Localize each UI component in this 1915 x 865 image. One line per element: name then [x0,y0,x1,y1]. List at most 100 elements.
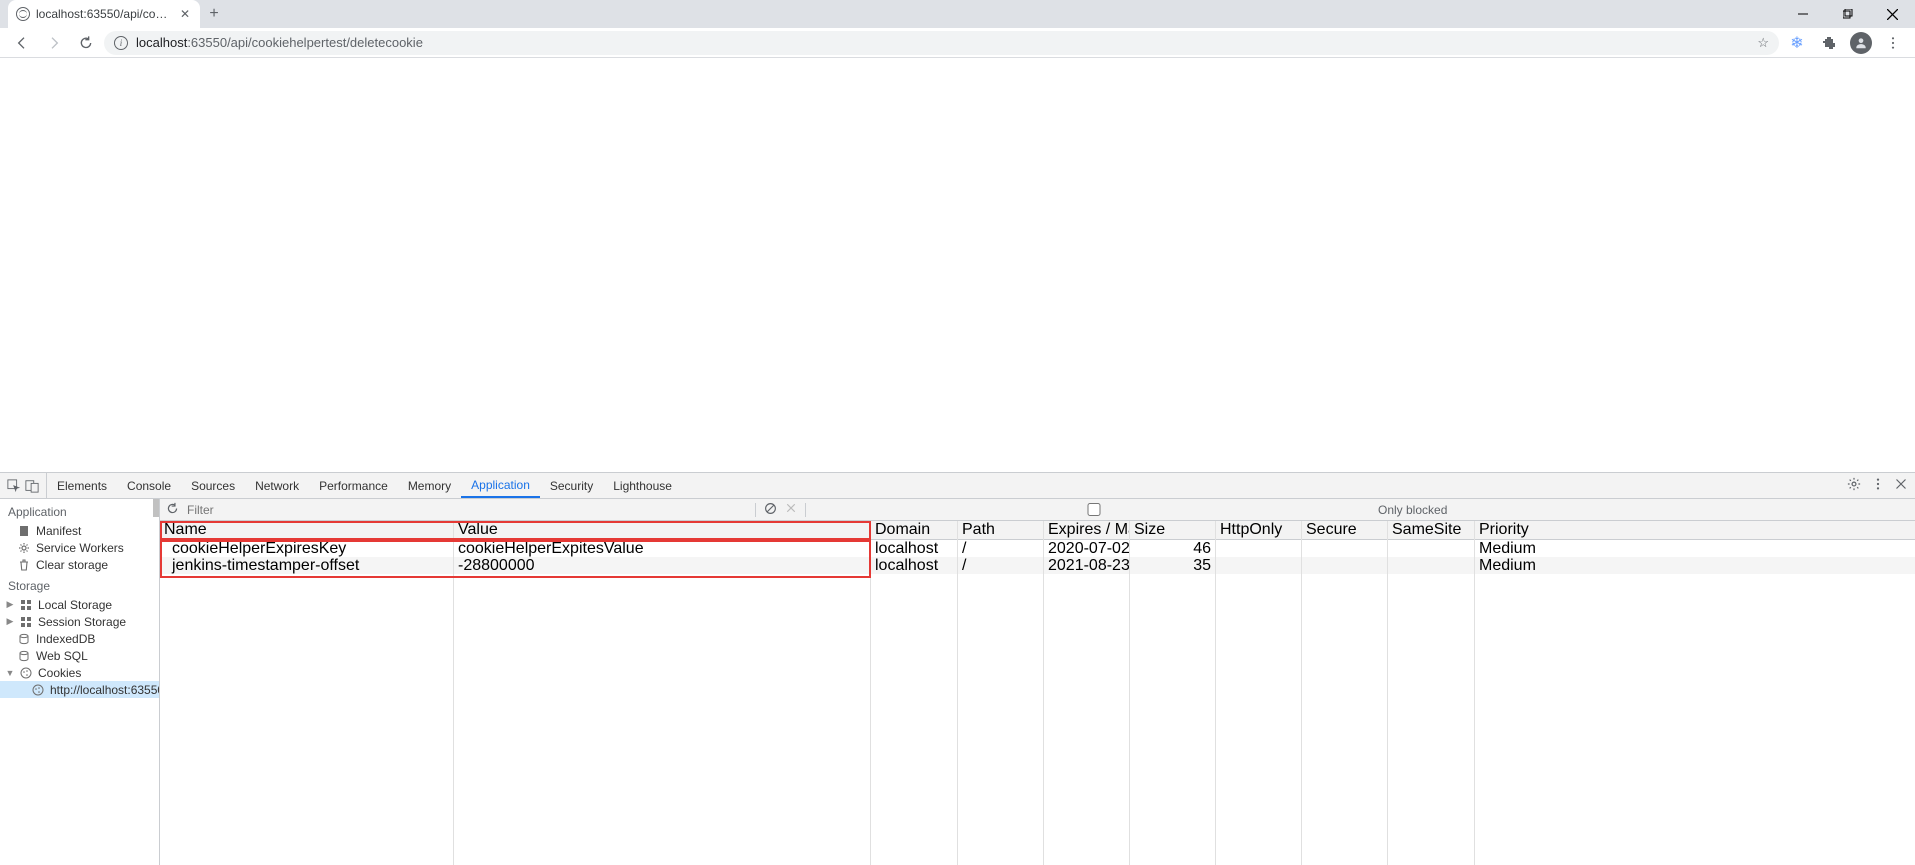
only-blocked-toggle[interactable]: Only blocked [814,503,1447,517]
tab-application[interactable]: Application [461,473,540,498]
browser-tabstrip: localhost:63550/api/cookiehel ✕ + [0,0,1915,28]
cell-domain[interactable]: localhost [871,557,957,574]
tab-title: localhost:63550/api/cookiehel [36,7,172,21]
browser-toolbar: i localhost:63550/api/cookiehelpertest/d… [0,28,1915,58]
site-info-icon[interactable]: i [114,36,128,50]
forward-button[interactable] [40,29,68,57]
tab-security[interactable]: Security [540,473,603,498]
col-header-name[interactable]: Name [160,521,453,540]
tab-sources[interactable]: Sources [181,473,245,498]
cell-size[interactable]: 35 [1130,557,1215,574]
cookies-toolbar: Only blocked [160,499,1915,521]
globe-icon [16,7,30,21]
only-blocked-checkbox[interactable] [814,503,1374,516]
tab-lighthouse[interactable]: Lighthouse [603,473,682,498]
browser-tab[interactable]: localhost:63550/api/cookiehel ✕ [8,0,200,28]
cookies-panel: Only blocked Name cookieHelperExpiresKey… [160,499,1915,865]
document-icon [18,525,30,537]
col-header-expires[interactable]: Expires / Max-A... [1044,521,1129,540]
grid-icon [20,616,32,628]
separator [755,503,756,517]
tab-memory[interactable]: Memory [398,473,461,498]
sidebar-item-session-storage[interactable]: ▶ Session Storage [0,613,159,630]
chevron-right-icon[interactable]: ▶ [6,616,14,627]
col-header-domain[interactable]: Domain [871,521,957,540]
col-header-secure[interactable]: Secure [1302,521,1387,540]
tab-performance[interactable]: Performance [309,473,398,498]
cell-expires[interactable]: 2020-07-02T14:... [1044,540,1129,557]
bookmark-star-icon[interactable]: ☆ [1757,35,1769,51]
clear-all-icon[interactable] [764,502,777,518]
application-sidebar: Application Manifest Service Workers Cle… [0,499,160,865]
url-text: localhost:63550/api/cookiehelpertest/del… [136,35,423,50]
cell-secure[interactable] [1302,540,1387,557]
delete-selected-icon[interactable] [785,502,797,517]
tab-console[interactable]: Console [117,473,181,498]
sidebar-item-clear-storage[interactable]: Clear storage [0,556,159,573]
col-header-value[interactable]: Value [454,521,870,540]
cell-httponly[interactable] [1216,540,1301,557]
col-header-priority[interactable]: Priority [1475,521,1915,540]
cell-value[interactable]: cookieHelperExpitesValue [454,540,870,557]
sidebar-item-cookie-origin[interactable]: http://localhost:63550 [0,681,159,698]
devtools-settings-icon[interactable] [1847,477,1861,494]
sidebar-item-indexeddb[interactable]: IndexedDB [0,630,159,647]
devtools-menu-icon[interactable] [1871,477,1885,494]
cell-samesite[interactable] [1388,557,1474,574]
chevron-right-icon[interactable]: ▶ [6,599,14,610]
new-tab-button[interactable]: + [200,0,228,28]
chevron-down-icon[interactable]: ▼ [6,668,14,678]
back-button[interactable] [8,29,36,57]
cell-path[interactable]: / [958,540,1043,557]
minimize-button[interactable] [1780,0,1825,28]
cookies-table: Name cookieHelperExpiresKey jenkins-time… [160,521,1915,865]
sidebar-item-service-workers[interactable]: Service Workers [0,539,159,556]
cookie-icon [32,684,44,696]
address-bar[interactable]: i localhost:63550/api/cookiehelpertest/d… [104,31,1779,55]
cell-size[interactable]: 46 [1130,540,1215,557]
grid-icon [20,599,32,611]
cell-priority[interactable]: Medium [1475,557,1915,574]
col-header-httponly[interactable]: HttpOnly [1216,521,1301,540]
filter-input[interactable] [187,503,747,517]
cell-path[interactable]: / [958,557,1043,574]
maximize-button[interactable] [1825,0,1870,28]
sidebar-item-cookies[interactable]: ▼ Cookies [0,664,159,681]
device-toggle-icon[interactable] [24,478,40,494]
col-header-samesite[interactable]: SameSite [1388,521,1474,540]
cell-httponly[interactable] [1216,557,1301,574]
close-window-button[interactable] [1870,0,1915,28]
sidebar-item-local-storage[interactable]: ▶ Local Storage [0,596,159,613]
scrollbar-thumb[interactable] [153,499,159,517]
profile-avatar[interactable] [1847,29,1875,57]
close-tab-icon[interactable]: ✕ [178,7,192,21]
devtools-close-icon[interactable] [1895,478,1907,493]
chrome-menu-icon[interactable] [1879,29,1907,57]
page-content [0,58,1915,472]
sidebar-item-manifest[interactable]: Manifest [0,522,159,539]
trash-icon [18,559,30,571]
devtools-tabbar: Elements Console Sources Network Perform… [0,473,1915,499]
cell-name[interactable]: cookieHelperExpiresKey [160,540,453,557]
refresh-icon[interactable] [166,502,179,518]
database-icon [18,650,30,662]
window-controls [1780,0,1915,28]
tab-elements[interactable]: Elements [47,473,117,498]
tab-network[interactable]: Network [245,473,309,498]
reload-button[interactable] [72,29,100,57]
cell-domain[interactable]: localhost [871,540,957,557]
cookie-icon [20,667,32,679]
separator [805,503,806,517]
cell-name[interactable]: jenkins-timestamper-offset [160,557,453,574]
col-header-path[interactable]: Path [958,521,1043,540]
cell-priority[interactable]: Medium [1475,540,1915,557]
cell-samesite[interactable] [1388,540,1474,557]
col-header-size[interactable]: Size [1130,521,1215,540]
extensions-menu-icon[interactable] [1815,29,1843,57]
inspect-element-icon[interactable] [6,478,22,494]
cell-expires[interactable]: 2021-08-23T05:... [1044,557,1129,574]
cell-value[interactable]: -28800000 [454,557,870,574]
extension-icon[interactable]: ❄ [1783,29,1811,57]
cell-secure[interactable] [1302,557,1387,574]
sidebar-item-websql[interactable]: Web SQL [0,647,159,664]
